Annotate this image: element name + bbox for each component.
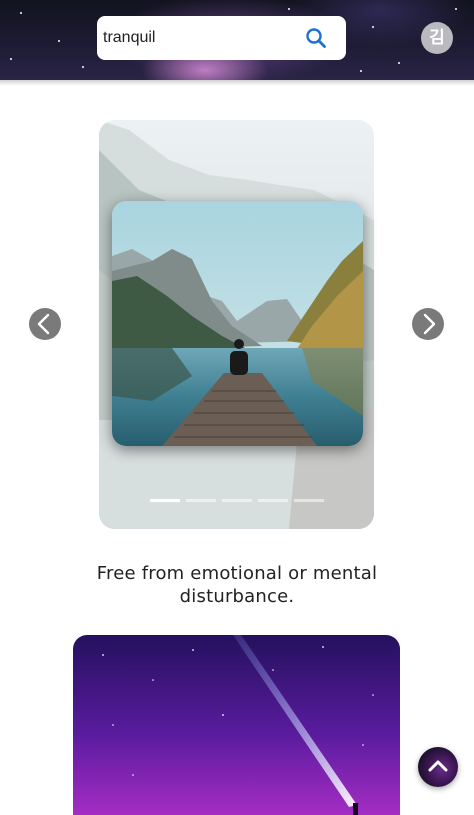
star: [82, 66, 84, 68]
star: [58, 40, 60, 42]
search-icon[interactable]: [304, 26, 328, 50]
header-banner: 김: [0, 0, 474, 80]
carousel-dot[interactable]: [294, 499, 324, 502]
star: [20, 12, 22, 14]
search-input[interactable]: [103, 26, 293, 50]
star: [455, 8, 457, 10]
carousel-dot-active[interactable]: [150, 499, 180, 502]
carousel-active-image[interactable]: [112, 201, 363, 446]
carousel-pagination: [150, 499, 330, 502]
star: [360, 70, 362, 72]
carousel-prev-button[interactable]: [29, 308, 61, 340]
avatar[interactable]: 김: [421, 22, 453, 54]
chevron-right-icon: [423, 313, 436, 335]
word-definition: Free from emotional or mental disturbanc…: [96, 563, 378, 607]
carousel-dot[interactable]: [222, 499, 252, 502]
featured-image[interactable]: [73, 635, 400, 815]
header-shadow: [0, 80, 474, 86]
scroll-to-top-button[interactable]: [418, 747, 458, 787]
star: [398, 62, 400, 64]
carousel-dot[interactable]: [258, 499, 288, 502]
star: [288, 8, 290, 10]
star: [372, 26, 374, 28]
carousel-dot[interactable]: [186, 499, 216, 502]
star: [10, 58, 12, 60]
search-box: [97, 16, 346, 60]
carousel-next-button[interactable]: [412, 308, 444, 340]
chevron-up-icon: [428, 760, 448, 772]
chevron-left-icon: [37, 313, 50, 335]
